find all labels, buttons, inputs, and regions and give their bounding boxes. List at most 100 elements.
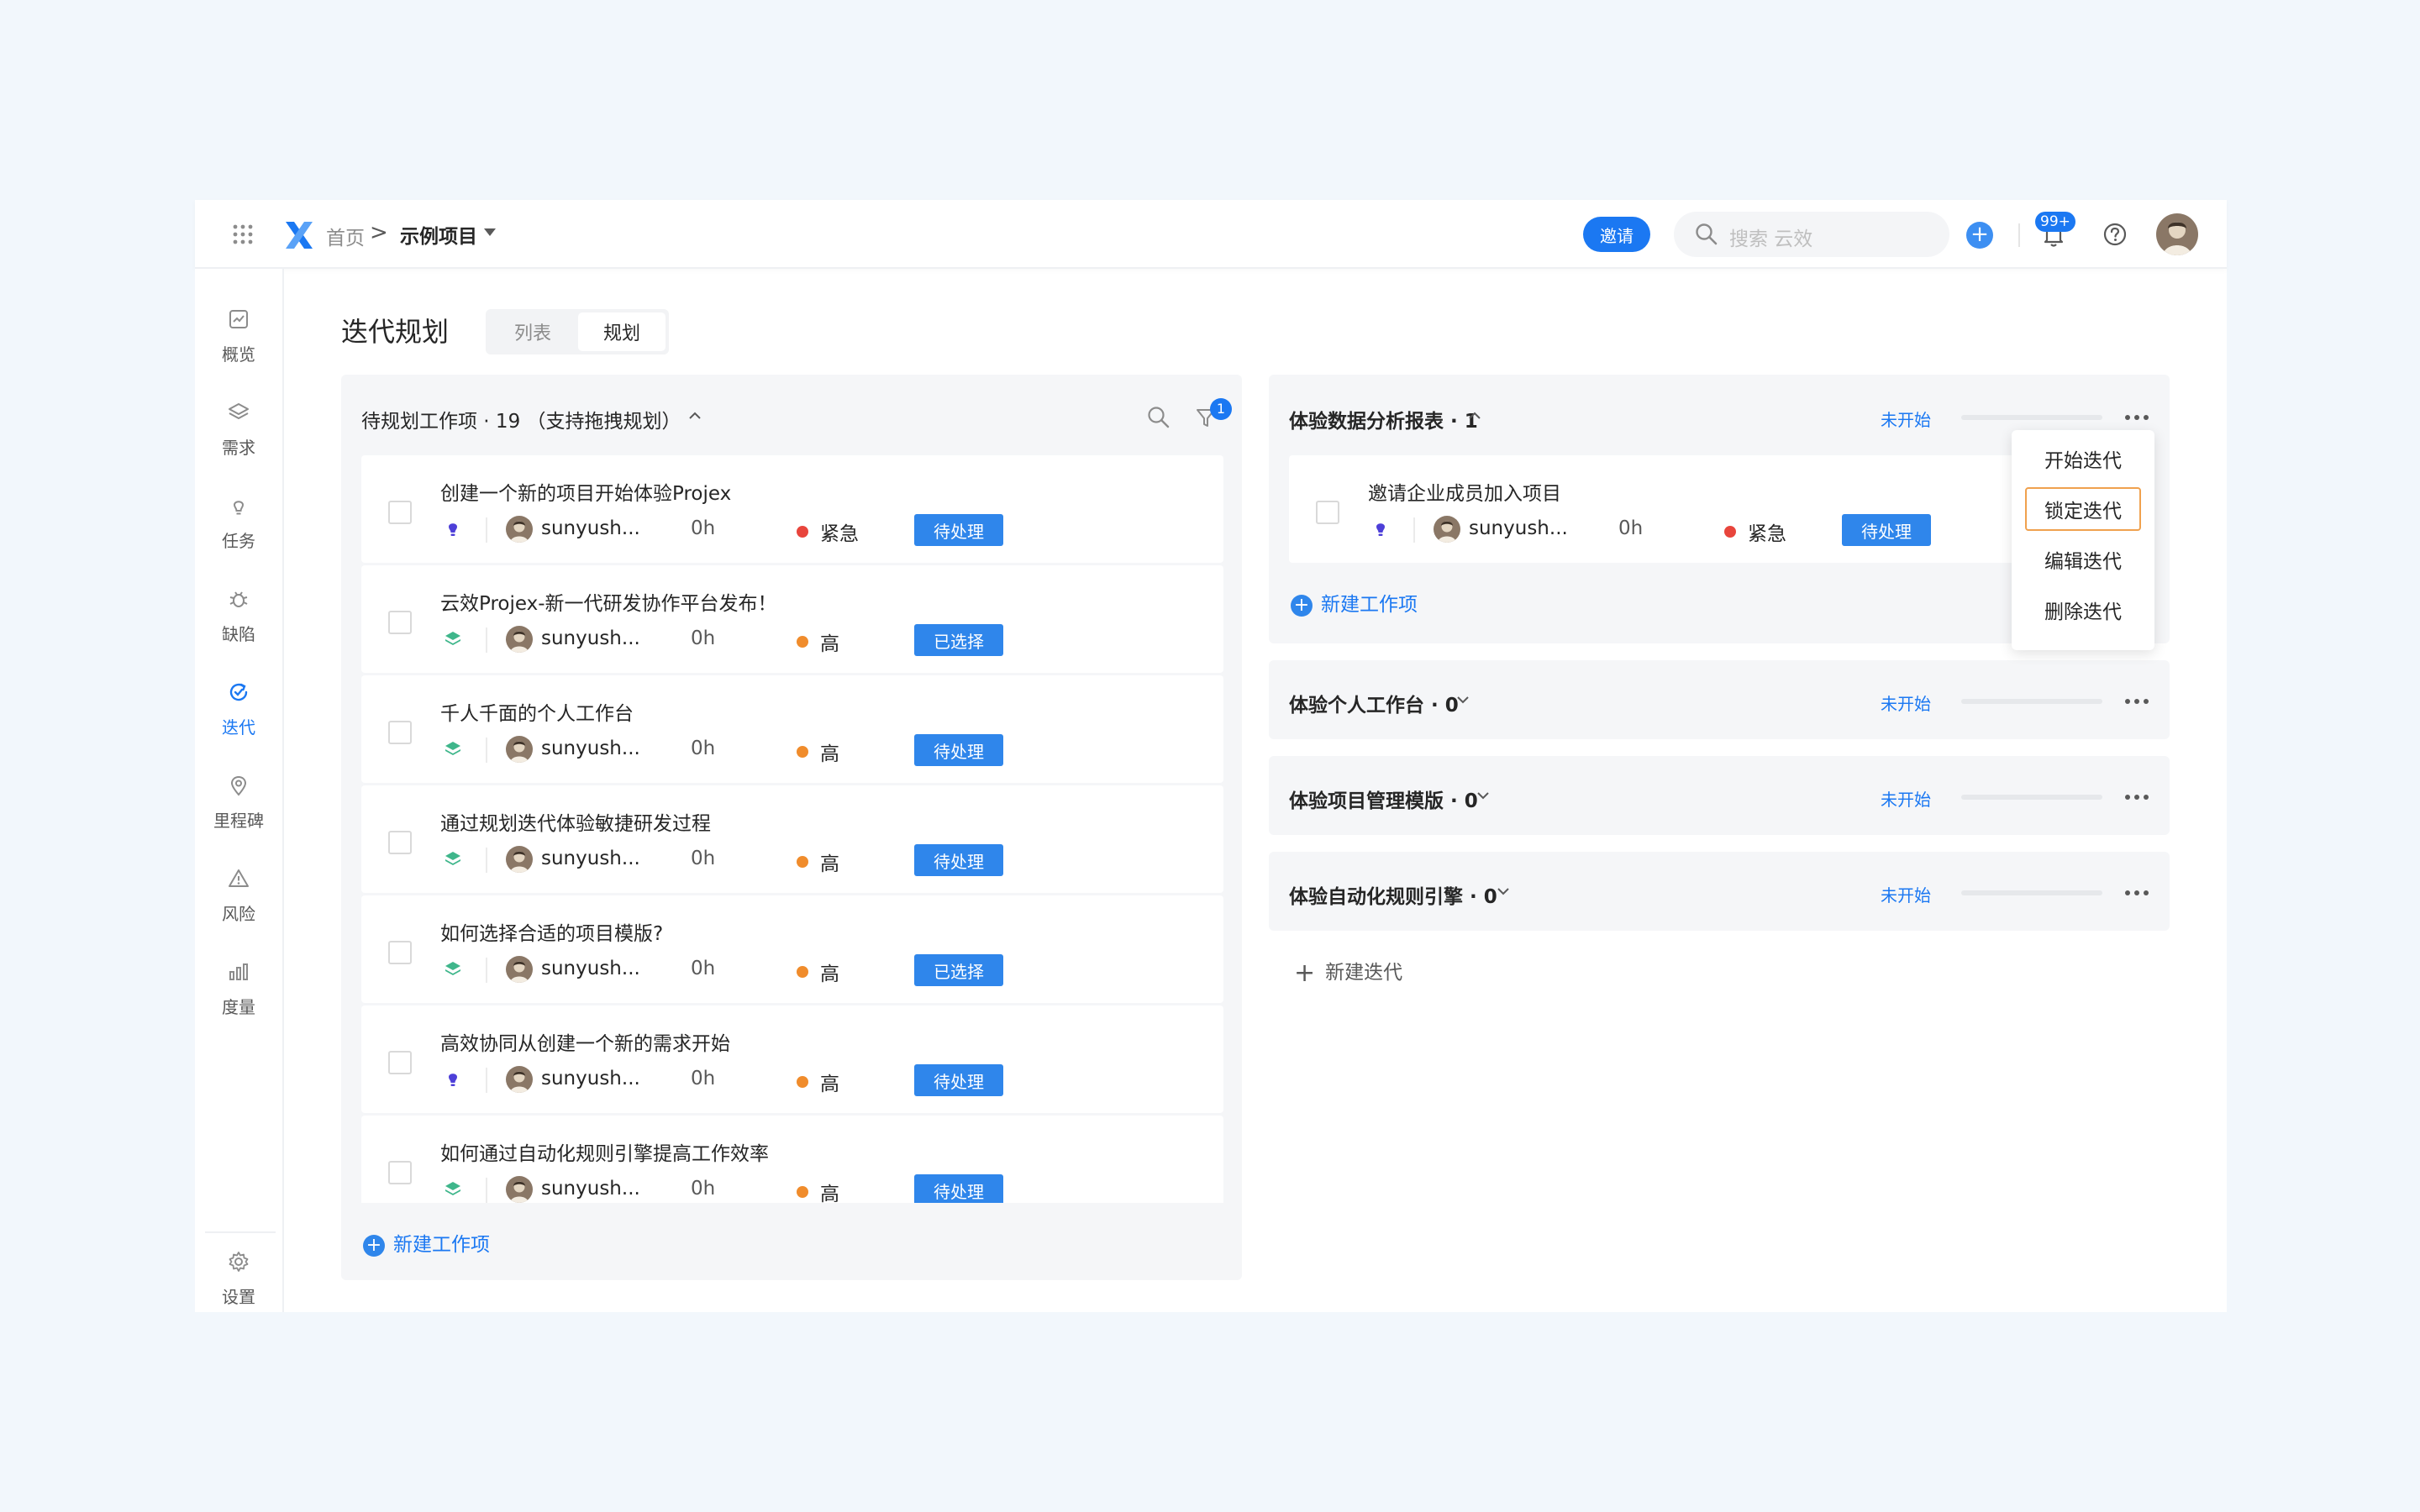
priority-label[interactable]: 紧急 [1748,517,1786,546]
tab-list[interactable]: 列表 [489,312,576,351]
nav-item-milestones[interactable]: 里程碑 [195,767,282,844]
nav-item-settings[interactable]: 设置 [195,1243,282,1320]
priority-label[interactable]: 高 [820,738,839,766]
checkbox[interactable] [388,831,412,854]
new-sprint-button[interactable]: + 新建迭代 [1294,956,1402,988]
tab-plan[interactable]: 规划 [578,312,666,351]
assignee-avatar[interactable] [506,736,533,763]
work-item-card[interactable]: 千人千面的个人工作台 sunyush... 0h 高 待处理 [361,675,1223,783]
logo-icon[interactable] [282,218,316,252]
priority-label[interactable]: 高 [820,958,839,986]
checkbox[interactable] [388,721,412,744]
nav-item-iterations[interactable]: 迭代 [195,674,282,751]
work-item-title[interactable]: 如何通过自动化规则引擎提高工作效率 [440,1137,769,1166]
breadcrumb-home[interactable]: 首页 [326,222,365,250]
work-item-title[interactable]: 如何选择合适的项目模版? [440,917,663,946]
work-item-title[interactable]: 邀请企业成员加入项目 [1368,477,1561,506]
sprint-title[interactable]: 体验自动化规则引擎 · 0 [1289,880,1497,909]
status-button[interactable]: 待处理 [914,1064,1003,1096]
more-icon[interactable] [2124,697,2149,706]
app-grid-icon[interactable] [232,223,254,245]
nav-label: 度量 [222,997,255,1017]
more-icon[interactable] [2124,413,2149,422]
invite-button[interactable]: 邀请 [1583,217,1650,252]
work-item-card[interactable]: 创建一个新的项目开始体验Projex sunyush... 0h 紧急 待处理 [361,455,1223,563]
work-item-card[interactable]: 通过规划迭代体验敏捷研发过程 sunyush... 0h 高 待处理 [361,785,1223,893]
sprint-title[interactable]: 体验数据分析报表 · 1 [1289,405,1478,433]
work-item-title[interactable]: 通过规划迭代体验敏捷研发过程 [440,807,711,836]
checkbox[interactable] [1316,501,1339,524]
menu-item-lock-sprint[interactable]: 锁定迭代 [2025,487,2141,531]
checkbox[interactable] [388,611,412,634]
work-item-title[interactable]: 千人千面的个人工作台 [440,697,634,726]
status-button[interactable]: 待处理 [1842,514,1931,546]
work-item-card[interactable]: 如何通过自动化规则引擎提高工作效率 sunyush... 0h 高 待处理 [361,1116,1223,1203]
priority-label[interactable]: 高 [820,1178,839,1203]
search-icon[interactable] [1146,405,1171,430]
status-button[interactable]: 已选择 [914,624,1003,656]
assignee-avatar[interactable] [506,1066,533,1093]
status-button[interactable]: 已选择 [914,954,1003,986]
new-work-item-button[interactable]: + 新建工作项 [1291,588,1418,617]
priority-label[interactable]: 高 [820,1068,839,1096]
work-hours: 0h [691,517,716,539]
nav-item-overview[interactable]: 概览 [195,301,282,378]
chevron-down-icon[interactable] [1455,692,1470,707]
more-icon[interactable] [2124,889,2149,897]
caret-down-icon[interactable] [484,228,496,236]
status-button[interactable]: 待处理 [914,1174,1003,1203]
checkbox[interactable] [388,1051,412,1074]
work-hours: 0h [691,958,716,979]
assignee-avatar[interactable] [506,626,533,653]
sprint-title[interactable]: 体验项目管理模版 · 0 [1289,785,1478,813]
checkbox[interactable] [388,501,412,524]
user-avatar[interactable] [2156,213,2198,255]
chevron-down-icon[interactable] [1496,884,1511,899]
work-item-title[interactable]: 高效协同从创建一个新的需求开始 [440,1027,730,1056]
work-item-card[interactable]: 云效Projex-新一代研发协作平台发布！ sunyush... 0h 高 已选… [361,565,1223,673]
checkbox[interactable] [388,1161,412,1184]
status-button[interactable]: 待处理 [914,514,1003,546]
nav-item-risks[interactable]: 风险 [195,860,282,937]
nav-label: 迭代 [222,717,255,738]
nav-label: 风险 [222,904,255,924]
work-item-title[interactable]: 云效Projex-新一代研发协作平台发布！ [440,587,777,616]
status-button[interactable]: 待处理 [914,844,1003,876]
work-item-title[interactable]: 创建一个新的项目开始体验Projex [440,477,731,506]
layers-icon [229,403,249,419]
assignee-avatar[interactable] [506,1176,533,1203]
status-button[interactable]: 待处理 [914,734,1003,766]
more-icon[interactable] [2124,793,2149,801]
work-item-card[interactable]: 如何选择合适的项目模版? sunyush... 0h 高 已选择 [361,895,1223,1003]
nav-item-metrics[interactable]: 度量 [195,953,282,1031]
priority-label[interactable]: 高 [820,627,839,656]
assignee-avatar[interactable] [506,956,533,983]
sprint-title[interactable]: 体验个人工作台 · 0 [1289,689,1459,717]
chevron-down-icon[interactable] [1476,788,1491,803]
priority-dot [797,636,808,648]
nav-divider [205,1231,276,1233]
priority-label[interactable]: 高 [820,848,839,876]
menu-item-delete-sprint[interactable]: 删除迭代 [2025,588,2141,632]
nav-item-tasks[interactable]: 任务 [195,487,282,564]
nav-item-requirements[interactable]: 需求 [195,394,282,471]
nav-item-bugs[interactable]: 缺陷 [195,580,282,658]
help-icon[interactable] [2102,222,2128,247]
add-icon[interactable]: + [1966,222,1993,249]
new-work-item-button[interactable]: + 新建工作项 [363,1228,490,1257]
assignee-avatar[interactable] [1434,516,1460,543]
checkbox[interactable] [388,941,412,964]
priority-label[interactable]: 紧急 [820,517,859,546]
breadcrumb-project[interactable]: 示例项目 [400,220,477,249]
menu-item-start-sprint[interactable]: 开始迭代 [2025,437,2141,480]
gear-icon [229,1252,249,1272]
search-input[interactable]: 搜索 云效 [1674,212,1949,257]
nav-label: 概览 [222,344,255,365]
chevron-up-icon[interactable] [687,408,702,423]
work-item-card[interactable]: 高效协同从创建一个新的需求开始 sunyush... 0h 高 待处理 [361,1005,1223,1113]
chevron-up-icon[interactable] [1467,408,1482,423]
assignee-avatar[interactable] [506,516,533,543]
assignee-avatar[interactable] [506,846,533,873]
menu-item-edit-sprint[interactable]: 编辑迭代 [2025,538,2141,581]
divider [486,517,487,543]
